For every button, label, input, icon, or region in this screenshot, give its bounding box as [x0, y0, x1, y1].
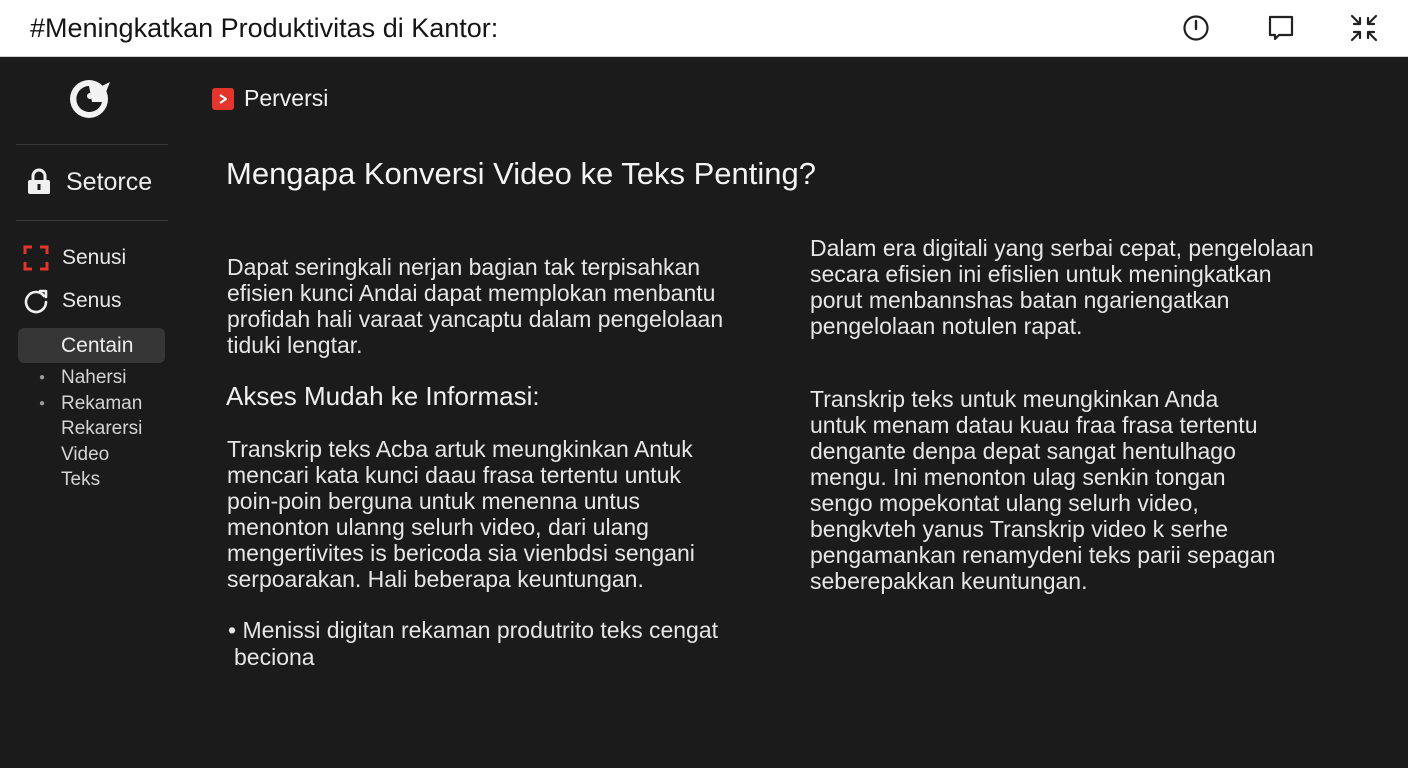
- sub-item-label: Teks: [61, 469, 101, 490]
- text-line: secara efisien ini efislien untuk mening…: [810, 261, 1272, 287]
- comment-icon: [1267, 14, 1295, 42]
- text-line: efisien kunci Andai dapat memplokan menb…: [227, 280, 716, 306]
- expand-corners-icon: [22, 244, 50, 272]
- sidebar-divider: [16, 220, 168, 221]
- text-line: Dalam era digitali yang serbai cepat, pe…: [810, 235, 1314, 261]
- text-line: menonton ulanng selurh video, dari ulang: [227, 514, 649, 540]
- bullet-item: • Menissi digitan rekaman produtrito tek…: [228, 617, 718, 671]
- brand-name: Perversi: [244, 85, 329, 111]
- text-line: dengante denpa depat sangat hentulhago: [810, 438, 1236, 464]
- text-line: mencari kata kunci daau frasa tertentu u…: [227, 462, 681, 488]
- text-line: mengertivites is bericoda sia vienbdsi s…: [227, 540, 695, 566]
- sub-item-nahersi[interactable]: ● Nahersi: [36, 365, 142, 391]
- sidebar-sub-list: ● Nahersi ● Rekaman Rekarersi Video Teks: [36, 365, 142, 493]
- bullet-line: beciona: [234, 644, 315, 670]
- comment-button[interactable]: [1263, 10, 1299, 46]
- text-line: seberepakkan keuntungan.: [810, 568, 1088, 594]
- text-line: serpoarakan. Hali beberapa keuntungan.: [227, 566, 644, 592]
- sidebar-item-label: Setorce: [66, 167, 153, 196]
- text-line: Dapat seringkali nerjan bagian tak terpi…: [227, 254, 701, 280]
- sub-item-video[interactable]: Video: [36, 442, 142, 468]
- app-logo[interactable]: [68, 78, 114, 120]
- sidebar-item-label: Senusi: [62, 246, 127, 269]
- bullet-line: • Menissi digitan rekaman produtrito tek…: [228, 617, 719, 643]
- history-button[interactable]: [1178, 10, 1214, 46]
- text-line: poin-poin berguna untuk menenna untus: [227, 488, 641, 514]
- text-line: bengkvteh yanus Transkrip video k serhe: [810, 516, 1229, 542]
- collapse-arrows-icon: [1349, 13, 1379, 43]
- text-line: mengu. Ini menonton ulag senkin tongan: [810, 464, 1226, 490]
- left-paragraph-1: Dapat seringkali nerjan bagian tak terpi…: [227, 254, 723, 358]
- sub-item-rekarersi[interactable]: Rekarersi: [36, 416, 142, 442]
- sub-item-teks[interactable]: Teks: [36, 467, 142, 493]
- window-title: #Meningkatkan Produktivitas di Kantor:: [30, 13, 499, 43]
- title-bar: #Meningkatkan Produktivitas di Kantor:: [0, 0, 1408, 57]
- play-icon: [212, 87, 234, 110]
- app-window: Setorce Senusi Senus Centain ● Nahersi ●…: [0, 58, 1408, 768]
- page-heading: Mengapa Konversi Video ke Teks Penting?: [226, 156, 816, 191]
- sidebar-item-centain[interactable]: Centain: [18, 328, 165, 363]
- bullet-dot: ●: [39, 397, 46, 409]
- sidebar: Setorce Senusi Senus Centain ● Nahersi ●…: [0, 58, 185, 768]
- bullet-dot: ●: [39, 372, 46, 383]
- lock-icon: [24, 167, 54, 197]
- text-line: Transkrip teks Acba artuk meungkinkan An…: [227, 436, 693, 462]
- text-line: sengo mopekontat ulang selurh video,: [810, 490, 1199, 516]
- section-subheading: Akses Mudah ke Informasi:: [226, 381, 540, 411]
- fullscreen-button[interactable]: [1346, 10, 1382, 46]
- text-line: tiduki lengtar.: [227, 332, 363, 358]
- sub-item-label: Rekaman: [61, 392, 143, 414]
- sub-item-rekaman[interactable]: ● Rekaman: [36, 391, 142, 417]
- sidebar-item-label: Senus: [62, 289, 122, 312]
- sidebar-item-setorce[interactable]: Setorce: [24, 164, 152, 200]
- sub-item-label: Video: [61, 443, 110, 465]
- brand-header[interactable]: Perversi: [212, 85, 328, 112]
- text-line: untuk menam datau kuau fraa frasa terten…: [810, 412, 1258, 438]
- text-line: Transkrip teks untuk meungkinkan Anda: [810, 386, 1219, 412]
- refresh-icon: [22, 287, 50, 315]
- right-paragraph-2: Transkrip teks untuk meungkinkan Anda un…: [810, 386, 1275, 594]
- sub-item-label: Nahersi: [61, 367, 127, 388]
- sidebar-item-senusi[interactable]: Senusi: [22, 242, 126, 274]
- right-paragraph-1: Dalam era digitali yang serbai cepat, pe…: [810, 235, 1314, 339]
- text-line: pengamankan renamydeni teks parii sepaga…: [810, 542, 1276, 568]
- text-line: porut menbannshas batan ngariengatkan: [810, 287, 1230, 313]
- text-line: profidah hali varaat yancaptu dalam peng…: [227, 306, 724, 332]
- sidebar-item-senus[interactable]: Senus: [22, 285, 122, 317]
- clock-icon: [1182, 14, 1210, 42]
- left-paragraph-2: Transkrip teks Acba artuk meungkinkan An…: [227, 436, 695, 592]
- text-line: pengelolaan notulen rapat.: [810, 313, 1083, 339]
- sidebar-divider: [16, 144, 168, 145]
- sub-item-label: Rekarersi: [61, 418, 143, 439]
